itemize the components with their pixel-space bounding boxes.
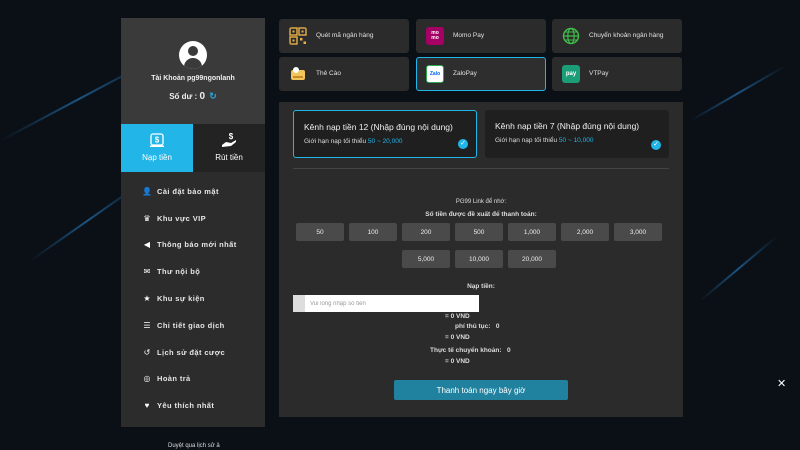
payment-method-label: ZaloPay xyxy=(453,70,477,77)
suggest-label: Số tiền được đề xuất để thanh toán: xyxy=(425,211,537,218)
vtpay-icon: pay xyxy=(562,65,580,83)
payment-method-qr[interactable]: Quét mã ngân hàng xyxy=(279,19,409,53)
refund-icon: ◎ xyxy=(143,374,151,384)
payment-method-label: Quét mã ngân hàng xyxy=(316,32,374,39)
menu-item-events[interactable]: ★ Khu sự kiện xyxy=(121,285,265,312)
channel-limit: Giới hạn nạp tối thiểu 50 ~ 20,000 xyxy=(304,138,403,145)
channel-title: Kênh nạp tiền 12 (Nhập đúng nội dung) xyxy=(304,122,453,132)
menu-item-inbox[interactable]: ✉ Thư nội bộ xyxy=(121,258,265,285)
payment-method-label: VTPay xyxy=(589,70,609,77)
channel-option-12[interactable]: Kênh nạp tiền 12 (Nhập đúng nội dung) Gi… xyxy=(293,110,477,158)
balance-line: Số dư : 0 ↻ xyxy=(121,91,265,102)
tab-deposit-label: Nạp tiền xyxy=(142,153,172,162)
payment-method-label: Chuyển khoản ngân hàng xyxy=(589,32,664,39)
link-note: PG99 Link để nhớ: xyxy=(455,199,507,205)
channel-option-7[interactable]: Kênh nạp tiền 7 (Nhập đúng nội dung) Giớ… xyxy=(485,110,669,158)
avatar-icon xyxy=(179,41,207,69)
menu-item-favorites[interactable]: ♥ Yêu thích nhất xyxy=(121,392,265,419)
tab-withdraw-label: Rút tiền xyxy=(215,153,243,162)
amount-input[interactable] xyxy=(305,295,479,312)
background-streak xyxy=(689,65,786,122)
menu-item-bet-history[interactable]: ↺ Lịch sử đặt cược xyxy=(121,339,265,366)
history-note: Duyệt qua lịch sử ả xyxy=(168,443,220,449)
account-name: Tài Khoản pg99ngonlanh xyxy=(151,75,235,82)
amount-button[interactable]: 5,000 xyxy=(402,250,450,268)
menu-item-transactions[interactable]: ☰ Chi tiết giao dịch xyxy=(121,312,265,339)
actual-transfer-line: Thực tế chuyển khoản: 0 xyxy=(430,347,511,354)
payment-method-momo[interactable]: mo mo Momo Pay xyxy=(416,19,546,53)
channel-title: Kênh nạp tiền 7 (Nhập đúng nội dung) xyxy=(495,121,640,131)
tab-withdraw[interactable]: $ Rút tiền xyxy=(193,124,265,172)
deposit-withdraw-tabs: $ Nạp tiền $ Rút tiền xyxy=(121,124,265,172)
payment-method-label: Momo Pay xyxy=(453,32,485,39)
trophy-icon: ★ xyxy=(143,294,151,304)
divider xyxy=(293,168,669,169)
amount-button[interactable]: 500 xyxy=(455,223,503,241)
zalopay-icon: Zalo xyxy=(426,65,444,83)
pay-now-button[interactable]: Thanh toán ngay bây giờ xyxy=(394,380,568,400)
crown-icon: ♛ xyxy=(143,213,151,223)
globe-icon xyxy=(562,27,580,45)
payment-method-zalopay[interactable]: Zalo ZaloPay xyxy=(416,57,546,91)
amount-button[interactable]: 20,000 xyxy=(508,250,556,268)
check-icon: ✓ xyxy=(458,139,468,149)
tab-deposit[interactable]: $ Nạp tiền xyxy=(121,124,193,172)
check-icon: ✓ xyxy=(651,140,661,150)
balance-label: Số dư : xyxy=(169,92,198,101)
amount-input-wrapper xyxy=(293,295,479,312)
amount-button[interactable]: 1,000 xyxy=(508,223,556,241)
fee-converted: = 0 VND xyxy=(445,334,470,341)
qr-code-icon xyxy=(289,27,307,45)
menu-item-refund[interactable]: ◎ Hoàn trả xyxy=(121,366,265,393)
money-bag-icon: $ xyxy=(150,133,164,147)
megaphone-icon: ◀ xyxy=(143,240,151,250)
account-sidebar: Tài Khoản pg99ngonlanh Số dư : 0 ↻ $ Nạp… xyxy=(121,18,265,427)
svg-text:$: $ xyxy=(155,136,160,145)
amount-button[interactable]: 100 xyxy=(349,223,397,241)
deposit-panel: Kênh nạp tiền 12 (Nhập đúng nội dung) Gi… xyxy=(279,102,683,417)
payment-method-label: Thẻ Cào xyxy=(316,70,341,77)
amount-button[interactable]: 3,000 xyxy=(614,223,662,241)
profile-card: Tài Khoản pg99ngonlanh Số dư : 0 ↻ xyxy=(121,18,265,124)
amount-button[interactable]: 200 xyxy=(402,223,450,241)
payment-method-vtpay[interactable]: pay VTPay xyxy=(552,57,682,91)
amount-button[interactable]: 2,000 xyxy=(561,223,609,241)
background-streak xyxy=(699,235,778,302)
balance-value: 0 xyxy=(199,91,206,102)
amount-button[interactable]: 10,000 xyxy=(455,250,503,268)
refresh-icon[interactable]: ↻ xyxy=(209,91,217,101)
sidebar-menu: 👤 Cài đặt bảo mật ♛ Khu vực VIP ◀ Thông báo… xyxy=(121,178,265,419)
scratch-card-icon xyxy=(291,67,305,80)
payment-method-bank-transfer[interactable]: Chuyển khoản ngân hàng xyxy=(552,19,682,53)
momo-icon: mo mo xyxy=(426,27,444,45)
svg-text:$: $ xyxy=(229,132,234,141)
close-icon[interactable]: ✕ xyxy=(777,377,786,390)
document-icon: ☰ xyxy=(143,320,151,330)
hand-money-icon: $ xyxy=(222,132,236,147)
converted-amount: = 0 VND xyxy=(445,313,470,320)
actual-converted: = 0 VND xyxy=(445,358,470,365)
history-icon: ↺ xyxy=(143,347,151,357)
envelope-icon: ✉ xyxy=(143,267,151,277)
menu-item-notices[interactable]: ◀ Thông báo mới nhất xyxy=(121,232,265,259)
payment-method-scratch-card[interactable]: Thẻ Cào xyxy=(279,57,409,91)
fee-line: phí thủ tục: 0 xyxy=(455,323,500,330)
channel-limit: Giới hạn nạp tối thiểu 50 ~ 10,000 xyxy=(495,137,594,144)
heart-icon: ♥ xyxy=(144,401,150,411)
menu-item-vip[interactable]: ♛ Khu vực VIP xyxy=(121,205,265,232)
user-lock-icon: 👤 xyxy=(142,186,152,196)
deposit-label: Nạp tiền: xyxy=(467,283,495,290)
menu-item-security[interactable]: 👤 Cài đặt bảo mật xyxy=(121,178,265,205)
amount-button[interactable]: 50 xyxy=(296,223,344,241)
